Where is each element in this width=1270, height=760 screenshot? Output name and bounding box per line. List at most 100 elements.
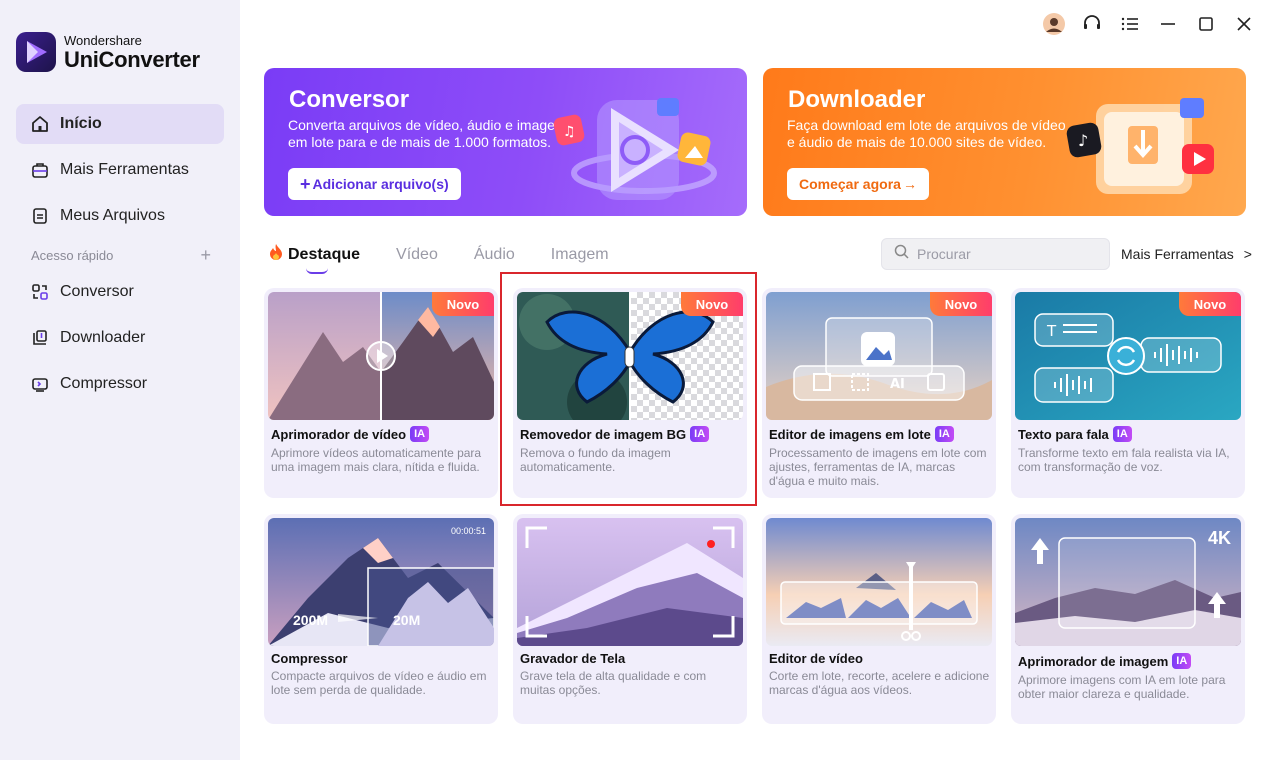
sidebar-item-label: Início — [60, 115, 102, 132]
category-tabs: Destaque Vídeo Áudio Imagem — [268, 243, 645, 274]
svg-text:T: T — [1046, 322, 1057, 340]
card-title-text: Editor de vídeo — [769, 651, 863, 666]
main-nav: Início Mais Ferramentas Meus Arquivos — [16, 104, 224, 242]
sidebar-item-label: Mais Ferramentas — [60, 161, 189, 178]
app-logo: Wondershare UniConverter — [16, 32, 200, 72]
card-title-text: Gravador de Tela — [520, 651, 626, 666]
downloader-title: Downloader — [788, 86, 926, 113]
card-description: Compacte arquivos de vídeo e áudio em lo… — [271, 669, 487, 697]
card-description: Processamento de imagens em lote com aju… — [769, 446, 987, 488]
sidebar: Wondershare UniConverter Início Mais Fer… — [0, 0, 240, 760]
ai-badge: IA — [690, 426, 710, 442]
downloader-description: Faça download em lote de arquivos de víd… — [787, 117, 1066, 150]
ai-badge: IA — [1112, 426, 1132, 442]
more-tools-link[interactable]: Mais Ferramentas > — [1121, 246, 1252, 262]
sidebar-item-label: Meus Arquivos — [60, 207, 165, 224]
tab-destaque[interactable]: Destaque — [268, 243, 361, 274]
compress-icon — [30, 374, 50, 394]
ai-badge: IA — [410, 426, 430, 442]
text-to-speech-thumbnail: T Novo — [1015, 292, 1241, 420]
quick-access-nav: Conversor Downloader Compressor — [16, 272, 224, 410]
tab-imagem[interactable]: Imagem — [551, 246, 609, 264]
tab-video[interactable]: Vídeo — [396, 246, 438, 264]
toolbox-icon — [30, 160, 50, 180]
card-title: Editor de imagens em lote IA — [769, 426, 954, 442]
sidebar-item-downloader[interactable]: Downloader — [16, 318, 224, 358]
card-title-text: Editor de imagens em lote — [769, 426, 931, 442]
sidebar-item-inicio[interactable]: Início — [16, 104, 224, 144]
quick-access-label: Acesso rápido — [31, 248, 114, 263]
tool-card-video-editor[interactable]: Editor de vídeo Corte em lote, recorte, … — [762, 514, 996, 724]
maximize-icon[interactable] — [1194, 12, 1218, 36]
sidebar-item-conversor[interactable]: Conversor — [16, 272, 224, 312]
close-icon[interactable] — [1232, 12, 1256, 36]
svg-text:♫: ♫ — [563, 124, 576, 140]
card-description: Remova o fundo da imagem automaticamente… — [520, 446, 671, 474]
card-title: Aprimorador de imagem IA — [1018, 653, 1192, 669]
sidebar-item-meus-arquivos[interactable]: Meus Arquivos — [16, 196, 224, 236]
card-title: Aprimorador de vídeo IA — [271, 426, 430, 442]
add-files-button[interactable]: + Adicionar arquivo(s) — [288, 168, 461, 200]
converter-description: Converta arquivos de vídeo, áudio e imag… — [288, 117, 567, 150]
add-files-label: Adicionar arquivo(s) — [312, 176, 449, 192]
new-badge: Novo — [930, 292, 992, 316]
plus-icon: + — [300, 173, 311, 194]
sidebar-item-label: Downloader — [60, 329, 146, 346]
uniconverter-logo-icon — [16, 32, 56, 72]
sidebar-item-mais-ferramentas[interactable]: Mais Ferramentas — [16, 150, 224, 190]
brand-big: UniConverter — [64, 46, 200, 72]
converter-banner[interactable]: Conversor Converta arquivos de vídeo, áu… — [264, 68, 747, 216]
chevron-right-icon: > — [1243, 246, 1252, 262]
video-editor-thumbnail — [766, 518, 992, 646]
card-title-text: Compressor — [271, 651, 348, 666]
sidebar-item-label: Conversor — [60, 283, 134, 300]
menu-list-icon[interactable] — [1118, 12, 1142, 36]
sidebar-item-compressor[interactable]: Compressor — [16, 364, 224, 404]
search-input[interactable] — [917, 246, 1097, 262]
flame-icon — [268, 243, 284, 266]
downloader-banner[interactable]: Downloader Faça download em lote de arqu… — [763, 68, 1246, 216]
sidebar-item-label: Compressor — [60, 375, 148, 392]
card-title: Compressor — [271, 651, 348, 666]
home-icon — [30, 114, 50, 134]
video-enhancer-thumbnail: Novo — [268, 292, 494, 420]
ai-badge: IA — [1172, 653, 1192, 669]
tool-card-batch-image-editor[interactable]: AI Novo Editor de imagens em lote IA Pro… — [762, 288, 996, 498]
minimize-icon[interactable] — [1156, 12, 1180, 36]
compressed-size-label: 20M — [393, 612, 421, 628]
compressor-thumbnail: 00:00:51 200M 20M — [268, 518, 494, 646]
card-description: Grave tela de alta qualidade e com muita… — [520, 669, 707, 697]
new-badge: Novo — [1179, 292, 1241, 316]
tool-card-video-enhancer[interactable]: Novo Aprimorador de vídeo IA Aprimore ví… — [264, 288, 498, 498]
new-badge: Novo — [681, 292, 743, 316]
card-title: Editor de vídeo — [769, 651, 863, 666]
tool-card-image-enhancer[interactable]: 4K Aprimorador de imagem IA Aprimore ima… — [1011, 514, 1245, 724]
tool-card-compressor[interactable]: 00:00:51 200M 20M Compressor Compacte ar… — [264, 514, 498, 724]
card-title-text: Aprimorador de imagem — [1018, 653, 1169, 669]
support-headset-icon[interactable] — [1080, 12, 1104, 36]
card-title: Gravador de Tela — [520, 651, 625, 666]
start-now-button[interactable]: Começar agora → — [787, 168, 929, 200]
card-description: Corte em lote, recorte, acelere e adicio… — [769, 669, 990, 697]
card-title: Texto para fala IA — [1018, 426, 1132, 442]
image-enhancer-thumbnail: 4K — [1015, 518, 1241, 646]
arrow-right-icon: → — [902, 176, 917, 192]
card-description: Aprimore vídeos automaticamente para uma… — [271, 446, 482, 474]
screen-recorder-thumbnail — [517, 518, 743, 646]
card-description: Aprimore imagens com IA em lote para obt… — [1018, 673, 1226, 701]
account-avatar-icon[interactable] — [1042, 12, 1066, 36]
tab-audio[interactable]: Áudio — [474, 246, 515, 264]
tool-card-text-to-speech[interactable]: T Novo Texto para fala IA Transforme tex… — [1011, 288, 1245, 498]
tool-card-screen-recorder[interactable]: Gravador de Tela Grave tela de alta qual… — [513, 514, 747, 724]
quick-access-header: Acesso rápido + — [31, 246, 211, 264]
search-box — [881, 238, 1110, 270]
search-icon — [894, 244, 909, 264]
resolution-label: 4K — [1207, 528, 1231, 548]
tool-card-bg-remover[interactable]: Novo Removedor de imagem BG IA Remova o … — [513, 288, 747, 498]
card-description: Transforme texto em fala realista via IA… — [1018, 446, 1230, 474]
file-icon — [30, 206, 50, 226]
start-now-label: Começar agora — [799, 176, 901, 192]
quick-access-add-button[interactable]: + — [200, 246, 211, 264]
tab-label: Destaque — [288, 245, 361, 263]
more-tools-label: Mais Ferramentas — [1121, 246, 1234, 262]
